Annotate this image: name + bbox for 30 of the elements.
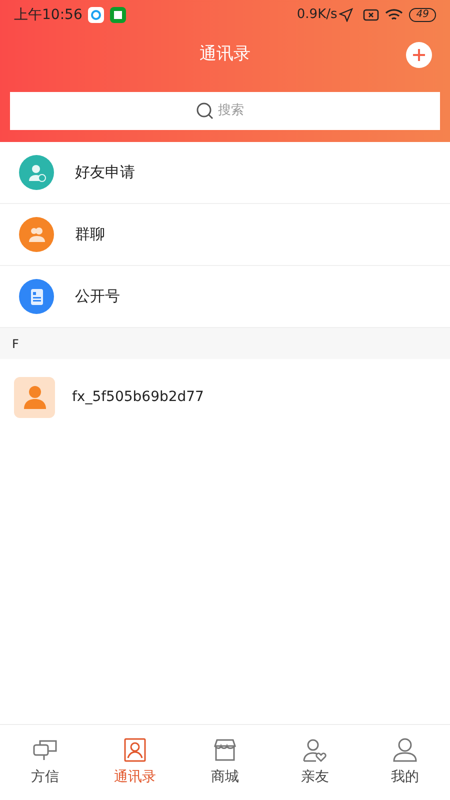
- section-header: F: [0, 328, 450, 359]
- network-speed-text: 0.9K/s: [296, 6, 338, 24]
- search-icon: [196, 102, 214, 120]
- avatar-icon: [14, 376, 55, 418]
- tab-bar-item[interactable]: 通讯录: [90, 725, 180, 800]
- tab-bar-item[interactable]: 商城: [180, 725, 270, 800]
- battery-icon: 49: [409, 8, 436, 22]
- tab-bar-item[interactable]: 方信: [0, 725, 90, 800]
- wifi-icon: [385, 8, 404, 22]
- clock-text: 上午10:56: [14, 6, 82, 24]
- app-icon: [110, 7, 126, 23]
- location-arrow-icon: [339, 8, 354, 22]
- plus-icon: [412, 48, 426, 62]
- search-field[interactable]: 搜索: [218, 101, 254, 121]
- add-button[interactable]: [406, 42, 432, 68]
- tab-bar-item[interactable]: 我的: [360, 725, 450, 800]
- person-add-icon: [19, 155, 54, 190]
- page-title: 通讯录: [200, 43, 250, 66]
- tab-bar-item[interactable]: 亲友: [270, 725, 360, 800]
- menu-item[interactable]: 群聊: [0, 204, 450, 266]
- menu-item[interactable]: 好友申请: [0, 142, 450, 204]
- person-heart-icon: [302, 737, 328, 763]
- people-icon: [19, 217, 54, 252]
- storefront-icon: [212, 737, 238, 763]
- document-icon: [19, 279, 54, 314]
- app-icon: [88, 7, 104, 23]
- contact-item[interactable]: fx_5f505b69b2d77: [0, 359, 450, 435]
- contact-card-icon: [122, 737, 148, 763]
- no-sim-icon: [363, 8, 380, 22]
- person-icon: [392, 737, 418, 763]
